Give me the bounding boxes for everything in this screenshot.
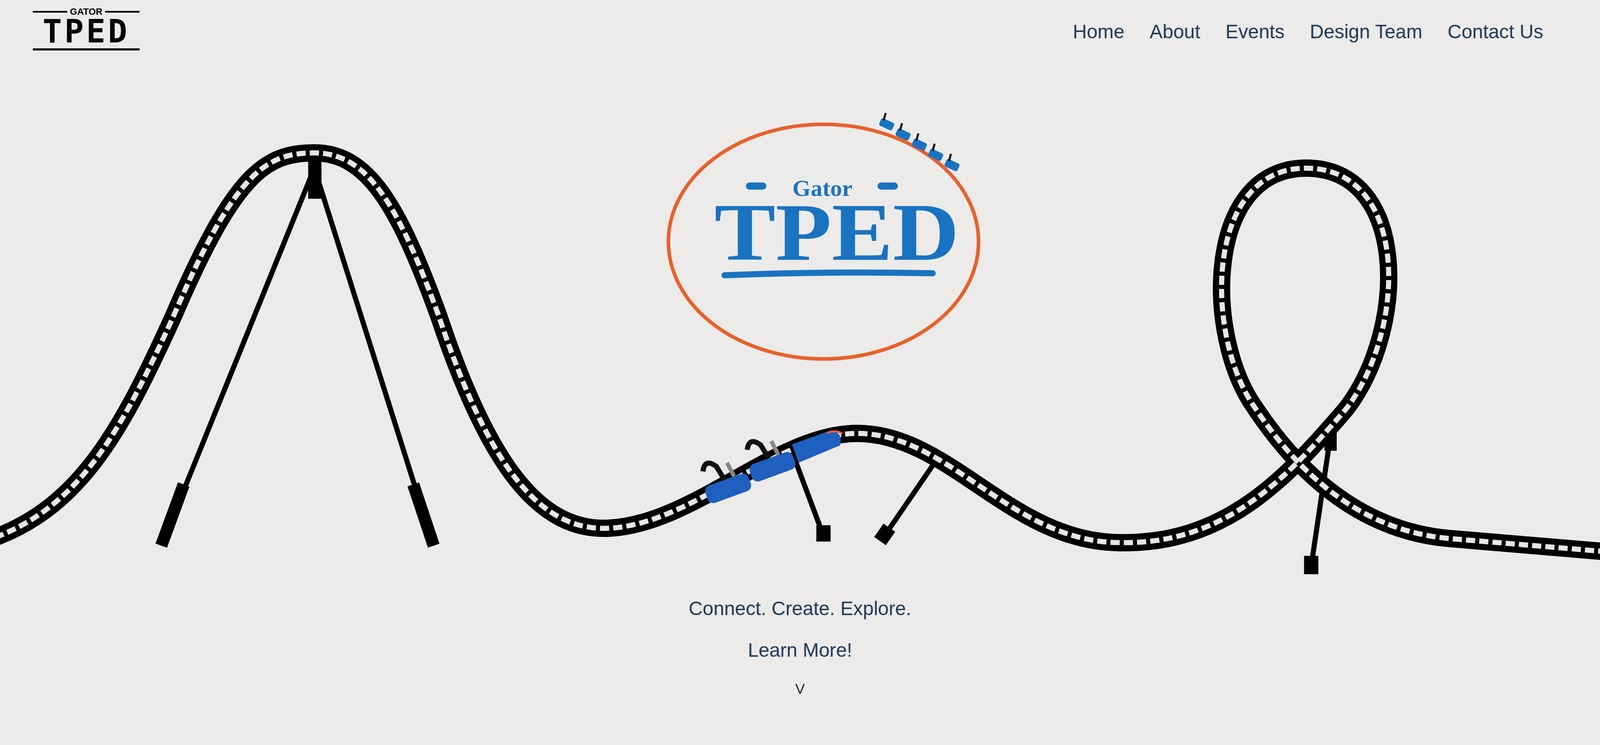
intro-section: Connect. Create. Explore. Learn More! V xyxy=(0,591,1600,698)
site-logo[interactable]: GATOR TPED xyxy=(32,10,140,51)
nav-link[interactable]: Events xyxy=(1225,20,1285,44)
nav-link[interactable]: Home xyxy=(1072,20,1125,44)
roller-coaster-illustration: GatorTPED xyxy=(0,91,1600,592)
tagline: Connect. Create. Explore. xyxy=(688,597,912,621)
scroll-down-icon[interactable]: V xyxy=(795,680,805,698)
coaster-track xyxy=(0,153,1600,553)
logo-underline xyxy=(724,272,933,276)
logo-oval xyxy=(668,124,979,360)
coaster-car-icon xyxy=(694,411,850,505)
nav-link[interactable]: About xyxy=(1149,20,1201,44)
center-logo[interactable]: GatorTPED xyxy=(668,113,979,360)
logo-top-text: GATOR xyxy=(67,7,105,17)
logo-main-text: TPED xyxy=(714,187,960,278)
small-train-icon xyxy=(878,113,960,172)
logo-main-text: TPED xyxy=(42,16,130,47)
learn-more-link[interactable]: Learn More! xyxy=(747,638,852,662)
header: GATOR TPED Home About Events Design Team Con… xyxy=(0,0,1600,92)
page: GATOR TPED Home About Events Design Team Con… xyxy=(0,0,1600,745)
support-structures xyxy=(161,153,1337,575)
nav-link[interactable]: Design Team xyxy=(1309,20,1423,44)
main-nav: Home About Events Design Team Contact Us xyxy=(1072,20,1544,44)
nav-link[interactable]: Contact Us xyxy=(1447,20,1544,44)
